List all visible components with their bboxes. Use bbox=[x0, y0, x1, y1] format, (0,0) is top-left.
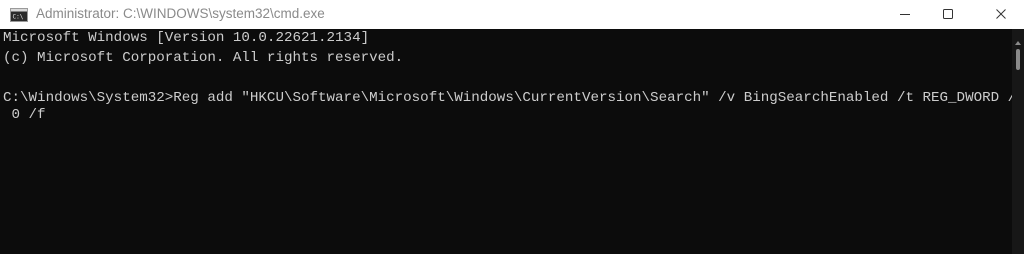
scroll-up-arrow-icon[interactable] bbox=[1014, 32, 1022, 45]
minimize-icon bbox=[899, 5, 911, 24]
close-icon bbox=[995, 5, 1007, 24]
console-command-continuation: 0 /f bbox=[3, 107, 46, 123]
minimize-button[interactable] bbox=[882, 0, 928, 29]
console-line: Microsoft Windows [Version 10.0.22621.21… bbox=[3, 30, 370, 46]
maximize-icon bbox=[942, 5, 954, 24]
console-output[interactable]: Microsoft Windows [Version 10.0.22621.21… bbox=[0, 29, 1012, 254]
close-button[interactable] bbox=[978, 0, 1024, 29]
cmd-icon[interactable]: C:\ bbox=[10, 7, 28, 22]
console-line: (c) Microsoft Corporation. All rights re… bbox=[3, 50, 404, 66]
console-command-line: C:\Windows\System32>Reg add "HKCU\Softwa… bbox=[3, 90, 1012, 106]
svg-text:C:\: C:\ bbox=[13, 14, 24, 21]
scrollbar-thumb[interactable] bbox=[1016, 49, 1020, 70]
maximize-button[interactable] bbox=[925, 0, 971, 29]
title-bar[interactable]: C:\ Administrator: C:\WINDOWS\system32\c… bbox=[0, 0, 1024, 29]
cmd-window: C:\ Administrator: C:\WINDOWS\system32\c… bbox=[0, 0, 1024, 254]
vertical-scrollbar[interactable] bbox=[1012, 29, 1024, 254]
window-title: Administrator: C:\WINDOWS\system32\cmd.e… bbox=[36, 6, 325, 21]
